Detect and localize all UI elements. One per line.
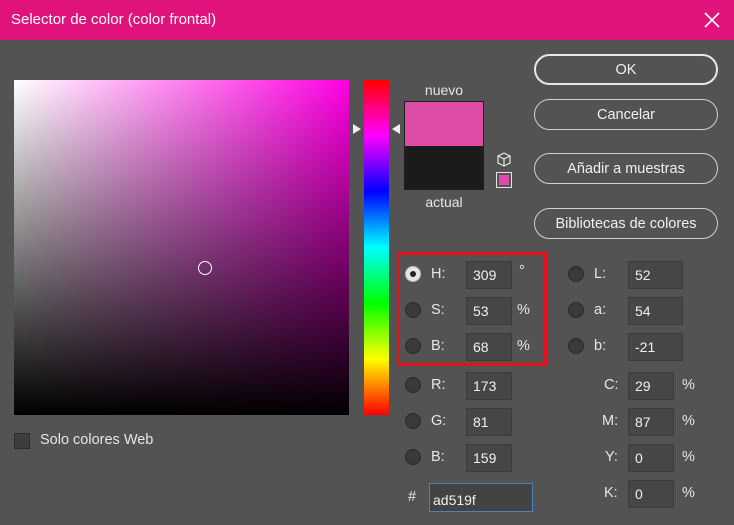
current-color-swatch[interactable] bbox=[404, 146, 484, 190]
new-color-swatch bbox=[404, 101, 484, 146]
g-label: G: bbox=[431, 413, 447, 429]
b-unit: % bbox=[517, 338, 530, 354]
radio-a[interactable] bbox=[568, 302, 584, 318]
s-label: S: bbox=[431, 302, 445, 318]
a-field[interactable]: 54 bbox=[628, 297, 683, 325]
color-libraries-button[interactable]: Bibliotecas de colores bbox=[534, 208, 718, 239]
s-field[interactable]: 53 bbox=[466, 297, 512, 325]
color-picker-circle[interactable] bbox=[198, 261, 212, 275]
web-safe-color-fill bbox=[499, 175, 509, 185]
y-unit: % bbox=[682, 449, 695, 465]
hex-input[interactable] bbox=[429, 483, 533, 512]
lab-b-field[interactable]: -21 bbox=[628, 333, 683, 361]
k-field[interactable]: 0 bbox=[628, 480, 674, 508]
close-icon[interactable] bbox=[700, 8, 724, 32]
web-safe-color-swatch[interactable] bbox=[496, 172, 512, 188]
dialog-title: Selector de color (color frontal) bbox=[11, 11, 217, 28]
title-bar: Selector de color (color frontal) bbox=[0, 0, 734, 40]
b-label: B: bbox=[431, 338, 445, 354]
s-unit: % bbox=[517, 302, 530, 318]
l-field[interactable]: 52 bbox=[628, 261, 683, 289]
c-unit: % bbox=[682, 377, 695, 393]
g-field[interactable]: 81 bbox=[466, 408, 512, 436]
k-label: K: bbox=[604, 485, 618, 501]
h-label: H: bbox=[431, 266, 446, 282]
lab-b-label: b: bbox=[594, 338, 607, 354]
radio-s[interactable] bbox=[405, 302, 421, 318]
radio-g[interactable] bbox=[405, 413, 421, 429]
b-field[interactable]: 68 bbox=[466, 333, 512, 361]
web-colors-label: Solo colores Web bbox=[40, 432, 154, 448]
h-unit: ° bbox=[519, 263, 525, 279]
radio-lab-b[interactable] bbox=[568, 338, 584, 354]
radio-b[interactable] bbox=[405, 338, 421, 354]
add-to-swatches-button[interactable]: Añadir a muestras bbox=[534, 153, 718, 184]
hue-slider-right-arrow-icon[interactable] bbox=[391, 123, 401, 135]
radio-r[interactable] bbox=[405, 377, 421, 393]
current-color-label: actual bbox=[425, 194, 463, 210]
k-unit: % bbox=[682, 485, 695, 501]
new-color-label: nuevo bbox=[424, 82, 464, 98]
y-field[interactable]: 0 bbox=[628, 444, 674, 472]
r-field[interactable]: 173 bbox=[466, 372, 512, 400]
m-label: M: bbox=[602, 413, 619, 429]
m-field[interactable]: 87 bbox=[628, 408, 674, 436]
cube-icon[interactable] bbox=[495, 151, 513, 169]
radio-blue[interactable] bbox=[405, 449, 421, 465]
l-label: L: bbox=[594, 266, 607, 282]
hue-slider-left-arrow-icon[interactable] bbox=[352, 123, 362, 135]
y-label: Y: bbox=[605, 449, 618, 465]
radio-h[interactable] bbox=[405, 266, 421, 282]
hex-label: # bbox=[408, 489, 417, 505]
a-label: a: bbox=[594, 302, 607, 318]
ok-button[interactable]: OK bbox=[534, 54, 718, 85]
r-label: R: bbox=[431, 377, 446, 393]
saturation-brightness-field[interactable] bbox=[14, 80, 349, 415]
cancel-button[interactable]: Cancelar bbox=[534, 99, 718, 130]
web-colors-checkbox[interactable] bbox=[14, 433, 30, 449]
blue-label: B: bbox=[431, 449, 445, 465]
h-field[interactable]: 309 bbox=[466, 261, 512, 289]
c-field[interactable]: 29 bbox=[628, 372, 674, 400]
blue-field[interactable]: 159 bbox=[466, 444, 512, 472]
radio-l[interactable] bbox=[568, 266, 584, 282]
hue-slider[interactable] bbox=[364, 80, 389, 415]
m-unit: % bbox=[682, 413, 695, 429]
c-label: C: bbox=[604, 377, 619, 393]
